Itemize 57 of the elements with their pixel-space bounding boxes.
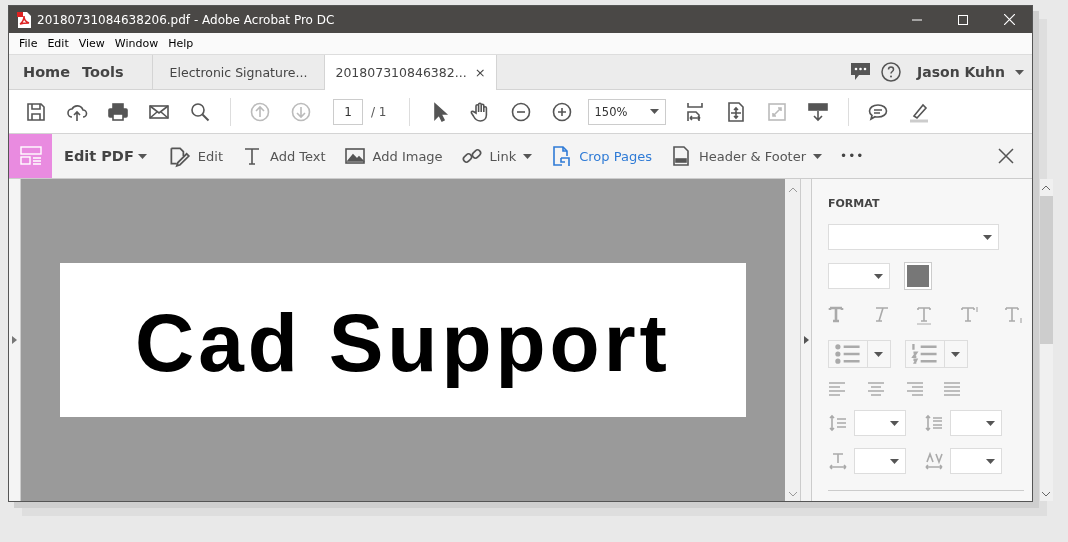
- scrollbar[interactable]: [1040, 179, 1053, 501]
- caret-icon[interactable]: [874, 351, 884, 357]
- caret-icon[interactable]: [890, 420, 899, 426]
- zoom-dropdown[interactable]: 150%: [587, 98, 666, 125]
- more-button[interactable]: •••: [840, 149, 865, 163]
- caret-icon[interactable]: [137, 153, 147, 159]
- edit-pdf-menu[interactable]: Edit PDF: [64, 148, 147, 164]
- toolbar-tool[interactable]: Header & Footer: [669, 145, 823, 167]
- menu-item[interactable]: Window: [109, 37, 164, 50]
- zoom-out-icon[interactable]: [509, 100, 532, 123]
- maximize-icon[interactable]: [958, 14, 968, 25]
- window-title: 20180731084638206.pdf - Adobe Acrobat Pro DC: [37, 12, 336, 27]
- document-tab[interactable]: 201807310846382... ×: [325, 55, 497, 90]
- menu-item[interactable]: Edit: [42, 37, 74, 50]
- scroll-mode-icon[interactable]: [806, 100, 829, 123]
- caret-icon[interactable]: [986, 458, 995, 464]
- toolbar-tool[interactable]: Add Text: [241, 145, 326, 167]
- caret-icon[interactable]: [874, 273, 883, 279]
- caret-icon[interactable]: [649, 109, 659, 114]
- caret-icon[interactable]: [983, 234, 992, 240]
- close-icon[interactable]: [998, 148, 1014, 164]
- scroll-up-icon[interactable]: [1042, 185, 1051, 190]
- crop-page-icon[interactable]: [550, 145, 573, 167]
- scroll-thumb[interactable]: [1040, 196, 1053, 344]
- expand-arrow-icon[interactable]: [803, 336, 809, 344]
- caret-icon[interactable]: [523, 153, 533, 159]
- expand-arrow-icon[interactable]: [11, 336, 17, 344]
- caret-icon[interactable]: [951, 351, 961, 357]
- toolbar-tool[interactable]: Add Image: [343, 145, 443, 167]
- dropdown-caret-icon[interactable]: [1015, 69, 1024, 75]
- nav-tab[interactable]: Home: [19, 64, 75, 80]
- save-icon[interactable]: [25, 100, 47, 123]
- search-icon[interactable]: [189, 100, 211, 123]
- toolbar-tool[interactable]: Link: [460, 145, 533, 167]
- caret-icon[interactable]: [813, 153, 823, 159]
- caret-icon[interactable]: [890, 458, 899, 464]
- menu-item[interactable]: Help: [163, 37, 199, 50]
- user-name[interactable]: Jason Kuhn: [917, 64, 1005, 80]
- menu-item[interactable]: View: [73, 37, 110, 50]
- menu-item[interactable]: File: [14, 37, 43, 50]
- image-icon[interactable]: [343, 145, 366, 167]
- zoom-in-icon[interactable]: [550, 100, 573, 123]
- help-icon[interactable]: [881, 62, 902, 82]
- page-count: / 1: [371, 104, 387, 119]
- nav-tab[interactable]: Tools: [78, 64, 128, 80]
- toolbar-tool[interactable]: Edit: [166, 144, 223, 168]
- pdf-file-icon: [17, 11, 31, 28]
- close-tab-button[interactable]: ×: [474, 65, 486, 80]
- color-swatch[interactable]: [904, 262, 932, 290]
- print-icon[interactable]: [107, 100, 129, 123]
- page-number-field[interactable]: 1: [333, 98, 363, 125]
- panel-heading: FORMAT: [828, 197, 881, 210]
- signature: Cad Support: [134, 295, 671, 390]
- scroll-down-icon[interactable]: [1042, 492, 1051, 497]
- chat-icon[interactable]: [850, 62, 872, 82]
- caret-icon[interactable]: [986, 420, 995, 426]
- toolbar-tool[interactable]: Crop Pages: [550, 145, 652, 167]
